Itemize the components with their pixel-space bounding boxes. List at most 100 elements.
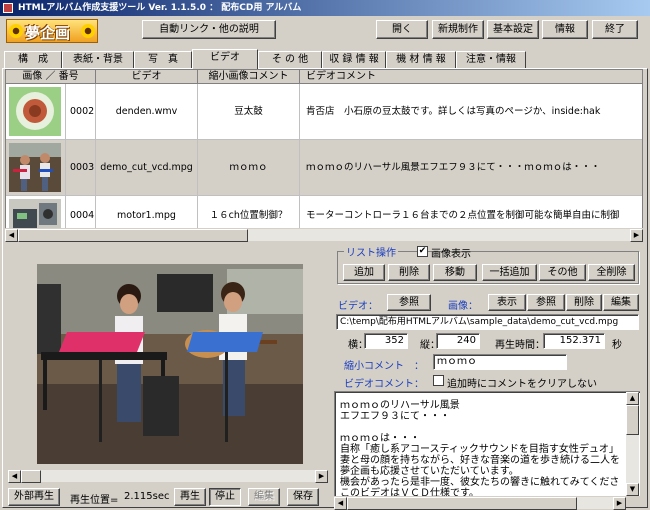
- thumb-comment-field[interactable]: ｍｏｍｏ: [433, 354, 567, 370]
- thumbnail-cell: [6, 140, 66, 196]
- video-cell: motor1.mpg: [96, 196, 198, 231]
- tab-video[interactable]: ビデオ: [192, 49, 258, 69]
- table-row[interactable]: 0004 motor1.mpg １６ch位置制御？ モーターコントローラ１６台ま…: [6, 196, 642, 231]
- scroll-left-icon[interactable]: ◀: [5, 229, 18, 242]
- external-play-button[interactable]: 外部再生: [8, 488, 60, 506]
- window-title-bar: HTMLアルバム作成支援ツール Ver. 1.1.5.0 ： 配布CD用 アルバ…: [0, 0, 650, 16]
- number-cell: 0002: [66, 84, 96, 140]
- app-icon: [3, 3, 13, 13]
- comment-vertical-scrollbar[interactable]: ▲ ▼: [626, 392, 639, 496]
- column-header-video-comment[interactable]: ビデオコメント: [300, 70, 642, 84]
- show-image-label: 画像表示: [431, 249, 471, 260]
- video-cell: demo_cut_vcd.mpg: [96, 140, 198, 196]
- comment-line: エフエフ９３にて・・・: [340, 411, 450, 422]
- image-label: 画像：: [448, 301, 478, 312]
- column-header-image-number[interactable]: 画像 ／ 番号: [6, 70, 96, 84]
- scroll-right-icon[interactable]: ▶: [315, 470, 328, 483]
- scroll-down-icon[interactable]: ▼: [626, 483, 639, 496]
- tab-notes-info[interactable]: 注意・情報: [456, 51, 526, 68]
- stop-button[interactable]: 停止: [209, 488, 241, 506]
- logo: 夢企画: [6, 19, 98, 43]
- scroll-right-icon[interactable]: ▶: [630, 229, 643, 242]
- thumb-comment-label: 縮小コメント ：: [344, 361, 424, 372]
- tab-recording-info[interactable]: 収 録 情 報: [322, 51, 386, 68]
- open-button[interactable]: 開く: [376, 20, 428, 39]
- info-button[interactable]: 情報: [542, 20, 588, 39]
- sunflower-icon: [9, 24, 23, 38]
- image-delete-button[interactable]: 削除: [566, 294, 602, 311]
- other-button[interactable]: その他: [539, 264, 586, 281]
- video-comment-cell: ｍｏｍｏのリハーサル風景エフエフ９３にて・・・ｍｏｍｏは・・・: [306, 162, 601, 173]
- tab-cover-background[interactable]: 表紙・背景: [62, 51, 134, 68]
- duration-field[interactable]: 152.371: [543, 333, 605, 349]
- video-comment-textarea[interactable]: ｍｏｍｏのリハーサル風景 エフエフ９３にて・・・ ｍｏｍｏは・・・ 自称「癒し系…: [334, 391, 640, 496]
- width-field[interactable]: 352: [364, 333, 408, 349]
- logo-text: 夢企画: [25, 24, 71, 42]
- thumbnail-drum-image: [9, 87, 61, 136]
- thumbnail-duo-image: [9, 143, 61, 192]
- video-preview[interactable]: [37, 264, 303, 464]
- tab-photos[interactable]: 写 真: [134, 51, 192, 68]
- list-operations-label: リスト操作: [344, 244, 398, 259]
- exit-button[interactable]: 終了: [592, 20, 638, 39]
- position-label: 再生位置=: [70, 495, 119, 506]
- sunflower-icon: [81, 24, 95, 38]
- thumb-comment-cell: 豆太鼓: [198, 84, 300, 140]
- show-image-checkbox[interactable]: ✔: [417, 246, 428, 257]
- save-button[interactable]: 保存: [287, 488, 319, 506]
- tab-structure[interactable]: 構 成: [4, 51, 62, 68]
- bulk-add-button[interactable]: 一括追加: [482, 264, 537, 281]
- duration-label: 再生時間：: [495, 340, 545, 351]
- image-show-button[interactable]: 表示: [488, 294, 526, 311]
- duration-unit: 秒: [612, 340, 622, 351]
- table-row[interactable]: 0002 denden.wmv 豆太鼓 肯否店 小石原の豆太鼓です。詳しくは写真…: [6, 84, 642, 140]
- video-label: ビデオ：: [338, 301, 378, 312]
- move-button[interactable]: 移動: [433, 264, 477, 281]
- video-frame-image: [37, 264, 303, 464]
- image-browse-button[interactable]: 参照: [527, 294, 565, 311]
- number-cell: 0003: [66, 140, 96, 196]
- auto-link-button[interactable]: 自動リンク・他の説明: [142, 20, 276, 39]
- scroll-thumb[interactable]: [347, 497, 577, 510]
- video-comment-cell: モーターコントローラ１６台までの２点位置を制御可能な簡単自由に制御: [306, 210, 620, 221]
- new-project-button[interactable]: 新規制作: [432, 20, 484, 39]
- table-row-selected[interactable]: 0003 demo_cut_vcd.mpg ｍｏｍｏ ｍｏｍｏのリハーサル風景エ…: [6, 140, 642, 196]
- tab-other[interactable]: そ の 他: [258, 51, 322, 68]
- position-value: 2.115sec: [124, 491, 170, 502]
- scroll-thumb[interactable]: [21, 470, 41, 483]
- window-title: HTMLアルバム作成支援ツール Ver. 1.1.5.0 ： 配布CD用 アルバ…: [18, 3, 302, 13]
- comment-horizontal-scrollbar[interactable]: ◀ ▶: [334, 496, 626, 510]
- tab-equipment-info[interactable]: 機 材 情 報: [386, 51, 456, 68]
- video-horizontal-scrollbar[interactable]: ◀ ▶: [8, 469, 328, 483]
- thumb-comment-cell: ｍｏｍｏ: [198, 140, 300, 196]
- delete-all-button[interactable]: 全削除: [588, 264, 635, 281]
- video-cell: denden.wmv: [96, 84, 198, 140]
- thumbnail-cell: [6, 84, 66, 140]
- video-list-grid[interactable]: 画像 ／ 番号 ビデオ 縮小画像コメント ビデオコメント 0002 denden…: [5, 69, 643, 232]
- delete-button[interactable]: 削除: [388, 264, 430, 281]
- column-header-thumb-comment[interactable]: 縮小画像コメント: [198, 70, 300, 84]
- video-comment-cell: 肯否店 小石原の豆太鼓です。詳しくは写真のページか、inside:hak: [306, 106, 601, 117]
- video-browse-button[interactable]: 参照: [387, 294, 431, 311]
- scroll-right-icon[interactable]: ▶: [613, 497, 626, 510]
- thumb-comment-cell: １６ch位置制御？: [198, 196, 300, 231]
- scroll-thumb[interactable]: [18, 229, 248, 242]
- scroll-left-icon[interactable]: ◀: [334, 497, 347, 510]
- image-edit-button[interactable]: 編集: [603, 294, 639, 311]
- thumbnail-cell: [6, 196, 66, 231]
- basic-settings-button[interactable]: 基本設定: [487, 20, 539, 39]
- clear-on-add-checkbox[interactable]: [433, 375, 444, 386]
- scroll-left-icon[interactable]: ◀: [8, 470, 21, 483]
- column-header-video[interactable]: ビデオ: [96, 70, 198, 84]
- scroll-thumb[interactable]: [626, 405, 639, 435]
- scroll-up-icon[interactable]: ▲: [626, 392, 639, 405]
- number-cell: 0004: [66, 196, 96, 231]
- clear-on-add-label: 追加時にコメントをクリアしない: [447, 379, 597, 390]
- video-path-field[interactable]: C:\temp\配布用HTMLアルバム\sample_data\demo_cut…: [336, 314, 639, 330]
- add-button[interactable]: 追加: [343, 264, 385, 281]
- height-field[interactable]: 240: [436, 333, 480, 349]
- grid-horizontal-scrollbar[interactable]: ◀ ▶: [5, 228, 643, 242]
- comment-line: このビデオはＶＣＤ仕様です。: [340, 488, 479, 496]
- play-button[interactable]: 再生: [174, 488, 206, 506]
- edit-video-button[interactable]: 編集: [248, 488, 280, 506]
